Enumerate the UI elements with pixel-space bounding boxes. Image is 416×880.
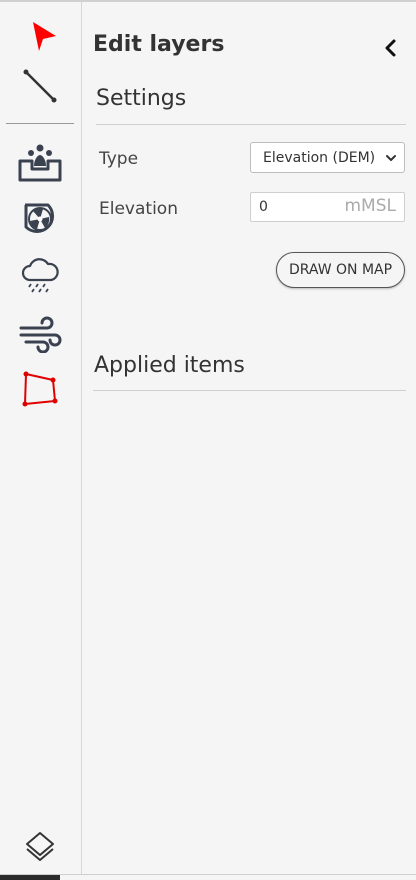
fan-tool-button[interactable] — [8, 195, 72, 243]
elevation-input[interactable] — [251, 194, 331, 220]
settings-heading: Settings — [96, 86, 187, 111]
elevation-label: Elevation — [99, 199, 178, 219]
type-label: Type — [99, 149, 139, 169]
line-tool-button[interactable] — [8, 62, 72, 110]
tool-sidebar — [0, 2, 82, 874]
applied-items-heading: Applied items — [94, 353, 245, 378]
rain-cloud-icon — [21, 258, 59, 293]
toolbar-divider — [6, 123, 74, 124]
cursor-arrow-icon — [33, 22, 56, 51]
select-tool-button[interactable] — [8, 12, 72, 60]
elevation-unit: mMSL — [344, 196, 397, 216]
polygon-icon — [22, 371, 58, 407]
window-bottom-border — [0, 874, 416, 875]
wind-tool-button[interactable] — [8, 309, 72, 357]
window-bottom-edge — [0, 875, 60, 880]
applied-items-divider — [93, 390, 406, 391]
edit-layers-panel: Edit layers Settings Type Elevation (DEM… — [83, 2, 416, 874]
wind-icon — [19, 316, 62, 353]
rain-tool-button[interactable] — [8, 252, 72, 300]
elevation-field: mMSL — [250, 192, 405, 222]
layers-button[interactable] — [8, 822, 72, 870]
line-tool-icon — [23, 69, 57, 103]
fan-icon — [24, 203, 55, 234]
type-select[interactable]: Elevation (DEM) — [250, 142, 405, 173]
source-tool-button[interactable] — [8, 137, 72, 185]
polygon-tool-button[interactable] — [8, 364, 72, 412]
settings-divider — [96, 124, 406, 125]
chevron-left-icon — [385, 39, 396, 57]
panel-title: Edit layers — [93, 32, 225, 57]
collapse-panel-button[interactable] — [379, 36, 403, 60]
fountain-source-icon — [18, 144, 62, 182]
layers-icon — [26, 832, 54, 861]
type-select-value: Elevation (DEM) — [263, 149, 376, 166]
draw-on-map-button[interactable]: DRAW ON MAP — [276, 252, 405, 288]
chevron-down-icon — [386, 155, 396, 161]
